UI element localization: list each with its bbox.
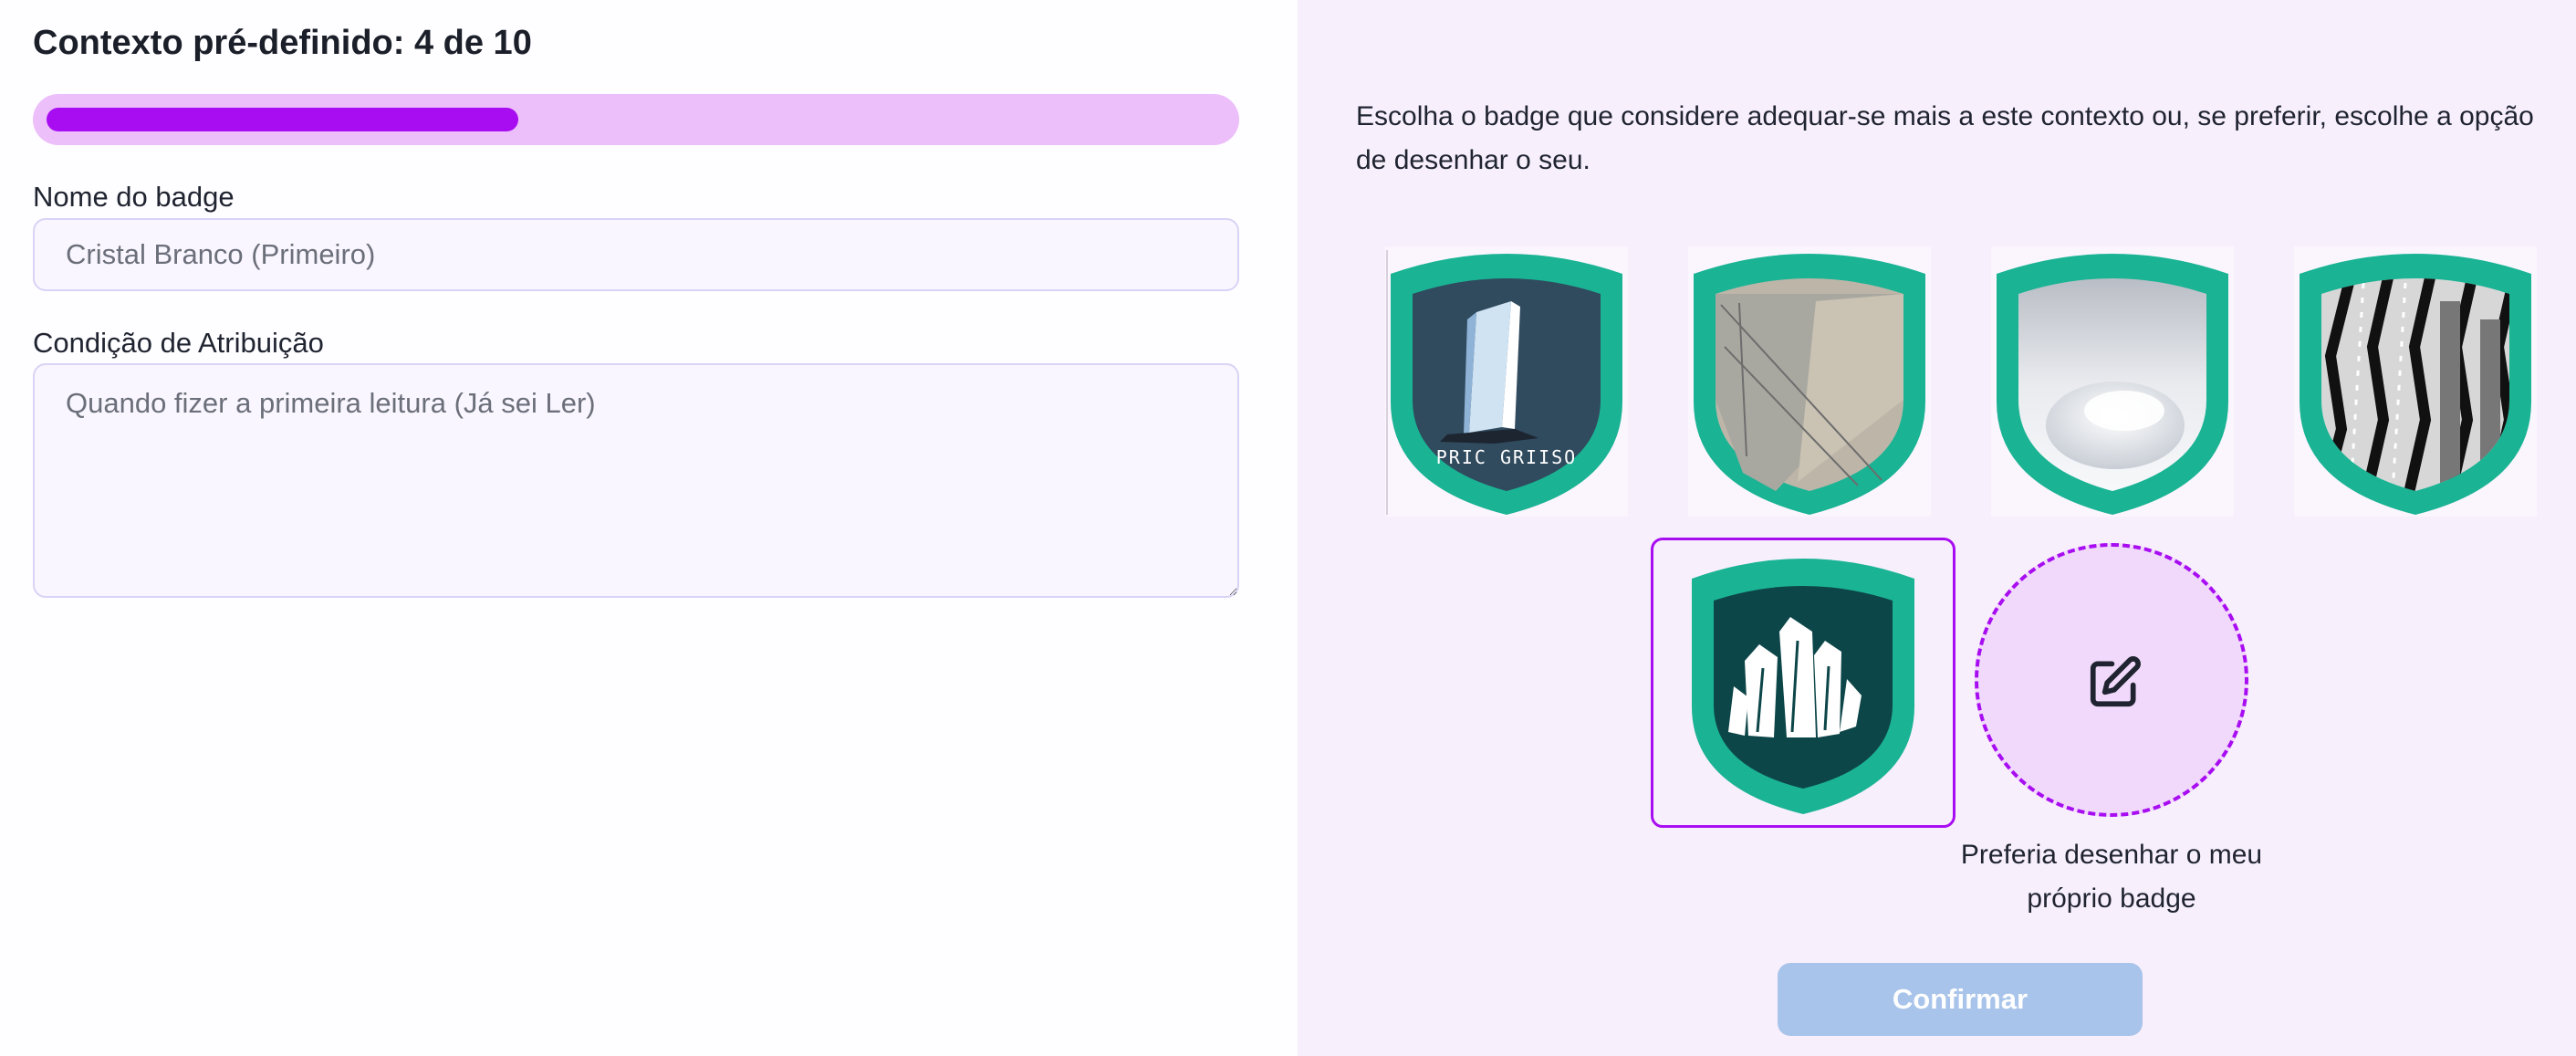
badge-1-caption: PRIC GRIISO (1436, 446, 1577, 468)
badge-option-3[interactable] (1991, 246, 2234, 517)
progress-fill (47, 108, 518, 131)
badge-option-1[interactable]: PRIC GRIISO (1385, 246, 1628, 517)
badge-option-4[interactable] (2294, 246, 2537, 517)
form-panel: Contexto pré-definido: 4 de 10 Nome do b… (0, 0, 1298, 1056)
confirm-button[interactable]: Confirmar (1778, 963, 2143, 1036)
progress-bar (33, 94, 1239, 145)
condition-label: Condição de Atribuição (33, 327, 324, 359)
edit-icon (2090, 656, 2141, 707)
crystal-shield-icon (1692, 559, 1914, 814)
badge-option-2[interactable] (1688, 246, 1931, 517)
badge-name-input[interactable] (33, 218, 1239, 291)
draw-own-badge-label: Preferia desenhar o meu próprio badge (1960, 840, 2263, 914)
badge-option-5-selected[interactable] (1651, 538, 1955, 828)
shield-icon (2294, 246, 2537, 517)
draw-own-badge-button[interactable] (1975, 543, 2248, 817)
selection-instruction: Escolha o badge que considere adequar-se… (1356, 101, 2534, 175)
shield-icon: PRIC GRIISO (1385, 246, 1628, 517)
badge-name-label: Nome do badge (33, 181, 235, 213)
page-title: Contexto pré-definido: 4 de 10 (33, 24, 532, 62)
shield-icon (1688, 246, 1931, 517)
shield-icon (1991, 246, 2234, 517)
condition-textarea[interactable] (33, 363, 1239, 598)
